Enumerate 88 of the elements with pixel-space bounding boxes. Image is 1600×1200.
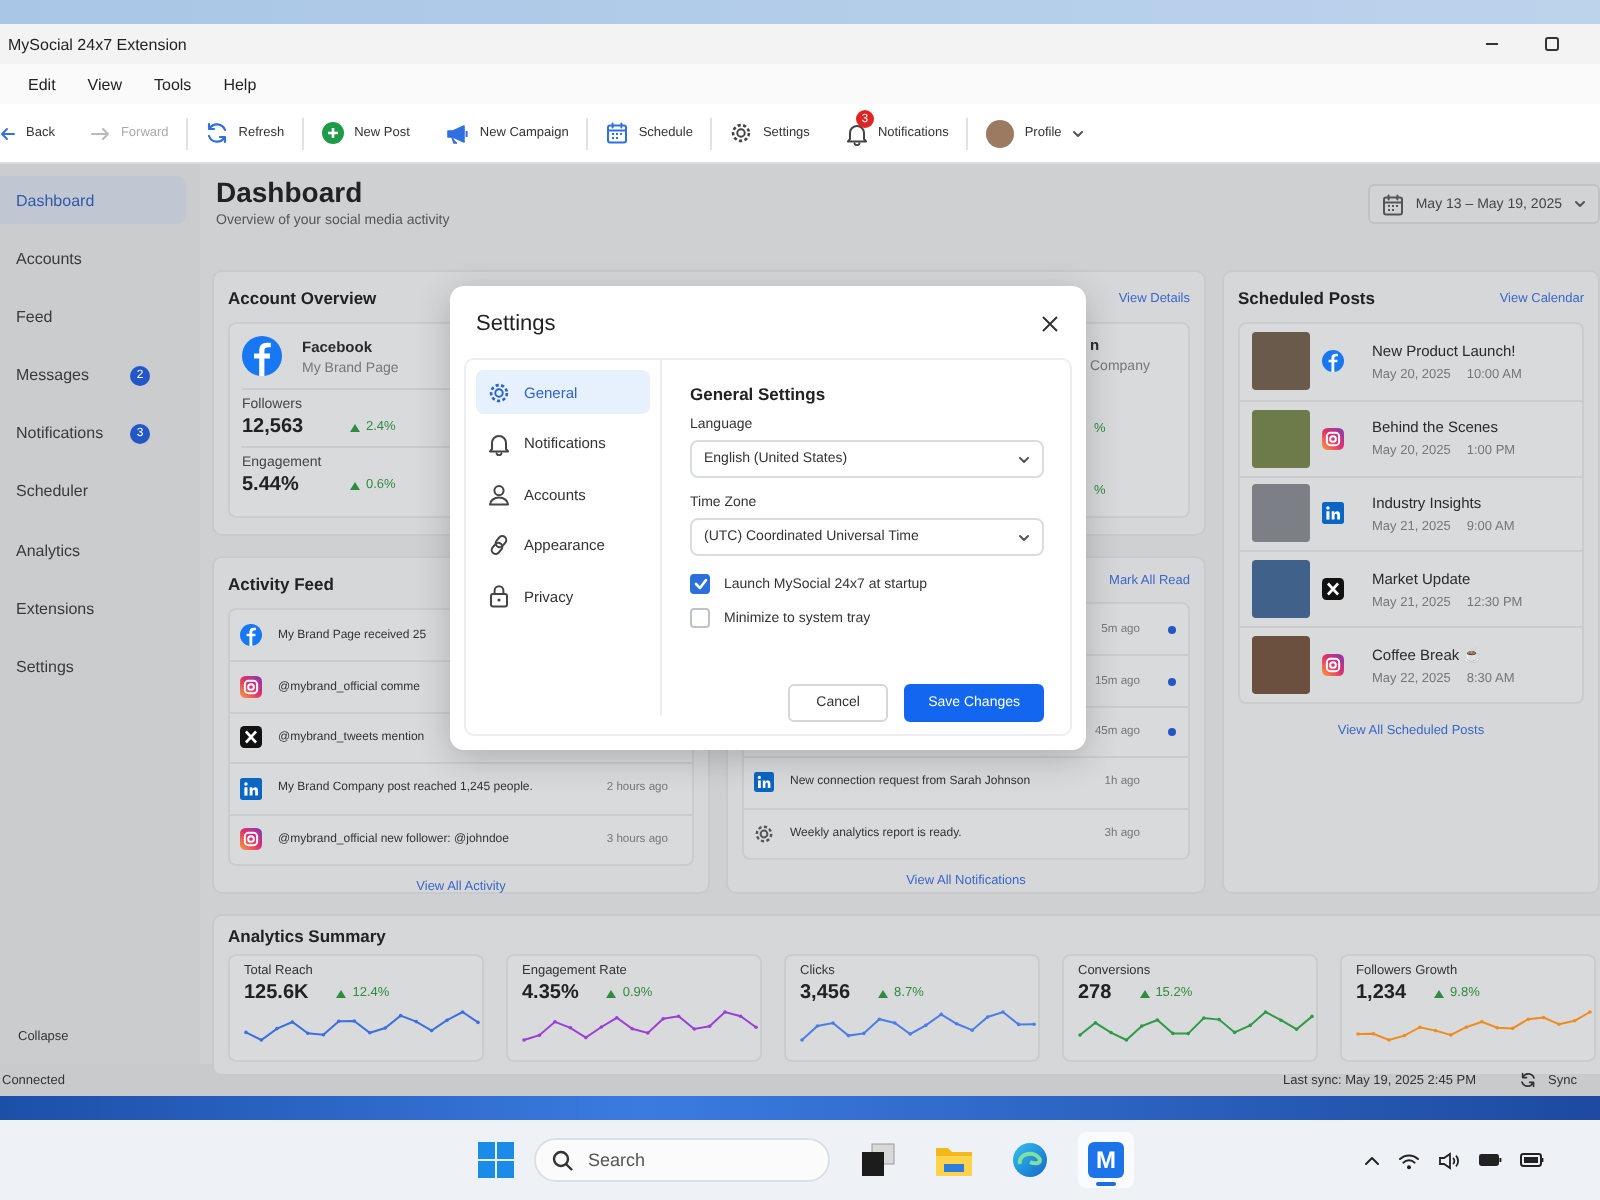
- menu-item[interactable]: Help: [207, 75, 273, 93]
- megaphone-icon: [445, 123, 470, 143]
- bell-icon: [845, 121, 868, 145]
- bell-icon: [488, 431, 510, 456]
- metric-value: 278: [1078, 982, 1112, 1004]
- chevron-down-icon: [1574, 200, 1586, 208]
- photo-placeholder: [1252, 332, 1310, 391]
- wifi-icon[interactable]: [1398, 1151, 1420, 1169]
- task-view-icon: [860, 1142, 896, 1178]
- sync-icon: [1520, 1072, 1536, 1088]
- battery-icon[interactable]: [1520, 1152, 1544, 1168]
- gear-icon: [754, 823, 774, 844]
- avatar: [986, 119, 1015, 147]
- chevron-up-icon[interactable]: [1364, 1155, 1380, 1165]
- chevron-down-icon: [1018, 455, 1030, 463]
- refresh-icon: [206, 122, 229, 144]
- up-triangle-icon: [1139, 989, 1150, 997]
- gear-icon: [730, 122, 753, 144]
- up-triangle-icon: [878, 989, 889, 997]
- metric-value: 125.6K: [244, 982, 309, 1004]
- instagram-icon: [240, 828, 262, 851]
- facebook-icon: [1322, 350, 1344, 373]
- sidebar-item[interactable]: Scheduler: [0, 467, 186, 516]
- chevron-down-icon: [1018, 533, 1030, 541]
- calendar-icon: [1381, 193, 1404, 215]
- search-icon: [552, 1149, 574, 1171]
- card-title: Analytics Summary: [228, 926, 386, 946]
- instagram-icon: [1322, 427, 1344, 450]
- folder-icon: [936, 1144, 972, 1176]
- metric-value: 4.35%: [522, 982, 579, 1004]
- dialog-title: Settings: [476, 312, 556, 336]
- start-icon[interactable]: [478, 1142, 514, 1178]
- photo-placeholder: [1252, 409, 1310, 468]
- section-heading: General Settings: [690, 384, 828, 404]
- photo-placeholder: [1252, 560, 1310, 619]
- search-field[interactable]: Search: [534, 1138, 830, 1182]
- speaker-icon[interactable]: [1438, 1151, 1460, 1169]
- linkedin-icon: [754, 772, 774, 793]
- x-logo-icon: [1322, 578, 1344, 601]
- sidebar-item[interactable]: Extensions: [0, 584, 186, 633]
- photo-placeholder: [1252, 484, 1310, 543]
- window-title: MySocial 24x7 Extension: [8, 35, 189, 53]
- sidebar-item[interactable]: Dashboard: [0, 176, 186, 224]
- up-triangle-icon: [350, 423, 360, 431]
- menu-item[interactable]: Edit: [12, 75, 72, 93]
- checkbox[interactable]: [690, 608, 710, 628]
- plus-circle-icon: [322, 122, 345, 144]
- up-triangle-icon: [606, 989, 617, 997]
- link-icon: [488, 534, 510, 557]
- stat-value: 12,563: [242, 416, 306, 438]
- caret-icon: [1071, 129, 1084, 137]
- app-logo-icon: M: [1088, 1142, 1124, 1178]
- linkedin-icon: [240, 777, 262, 800]
- calendar-icon: [606, 122, 629, 144]
- card-title: Account Overview: [228, 288, 377, 308]
- maximize-icon[interactable]: [1544, 36, 1560, 52]
- checkbox[interactable]: [690, 574, 710, 594]
- battery-icon[interactable]: [1478, 1152, 1502, 1168]
- lock-icon: [488, 584, 510, 609]
- instagram-icon: [1322, 654, 1344, 677]
- back-arrow-icon: [0, 125, 16, 141]
- instagram-icon: [240, 676, 262, 699]
- facebook-icon: [242, 336, 282, 376]
- menu-item[interactable]: Tools: [138, 75, 208, 93]
- card-title: Scheduled Posts: [1238, 288, 1375, 308]
- card-title: Activity Feed: [228, 574, 334, 594]
- forward-arrow-icon: [90, 125, 111, 141]
- metric-value: 3,456: [800, 982, 851, 1004]
- metric-value: 1,234: [1356, 982, 1407, 1004]
- up-triangle-icon: [350, 481, 360, 489]
- sidebar-item[interactable]: Analytics: [0, 526, 186, 575]
- gear-icon: [488, 381, 510, 403]
- x-logo-icon: [240, 726, 262, 749]
- sidebar-item[interactable]: Accounts: [0, 234, 186, 283]
- taskbar-app[interactable]: M: [1078, 1132, 1134, 1188]
- page-title: Dashboard: [216, 176, 365, 208]
- up-triangle-icon: [1434, 989, 1445, 997]
- browser-icon: [1012, 1142, 1048, 1178]
- menu-item[interactable]: View: [71, 75, 138, 93]
- up-triangle-icon: [336, 989, 347, 997]
- close-button[interactable]: [1040, 314, 1060, 334]
- sidebar-item[interactable]: Settings: [0, 643, 186, 691]
- stat-value: 5.44%: [242, 474, 301, 496]
- sidebar-item[interactable]: Feed: [0, 292, 186, 341]
- facebook-icon: [240, 624, 262, 647]
- linkedin-icon: [1322, 502, 1344, 525]
- photo-placeholder: [1252, 636, 1310, 695]
- person-icon: [488, 483, 510, 506]
